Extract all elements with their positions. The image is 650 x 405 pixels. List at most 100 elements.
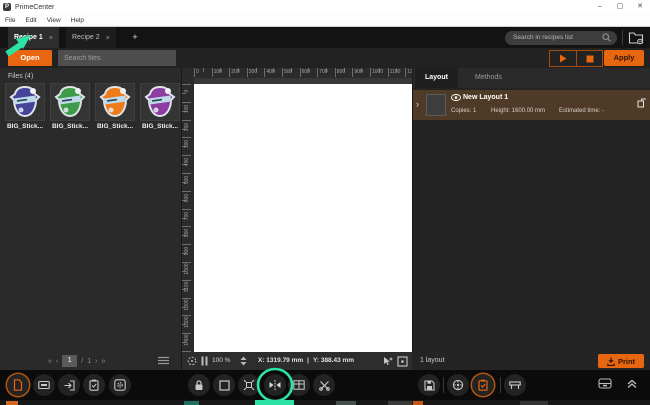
storage-panel-icon[interactable] xyxy=(598,377,612,390)
menu-help[interactable]: Help xyxy=(71,17,84,24)
tab-recipe-1[interactable]: Recipe 1 × xyxy=(8,27,59,48)
taskbar-app-sliver xyxy=(184,401,199,405)
recipe-toolbar: Open Apply xyxy=(0,48,650,68)
cutting-wheel-icon xyxy=(452,379,464,391)
visibility-eye-icon[interactable] xyxy=(451,94,461,101)
apply-button[interactable]: Apply xyxy=(604,50,644,66)
fit-content-button[interactable] xyxy=(238,374,260,396)
recipe-file-mode-button[interactable] xyxy=(7,374,29,396)
files-panel: Files (4) BIG_Stick...BIG_Stick...BIG_St… xyxy=(0,68,182,352)
save-layout-button[interactable] xyxy=(418,374,440,396)
snap-icon[interactable] xyxy=(187,356,197,366)
layout-canvas-area[interactable]: 0100200300400500600700800900100011001200… xyxy=(182,68,412,352)
media-card-icon xyxy=(38,380,50,390)
file-card[interactable]: BIG_Stick... xyxy=(140,83,180,130)
recipe-settings-folder-icon[interactable] xyxy=(628,30,644,45)
layout-thumbnail xyxy=(426,94,446,116)
tab-layout[interactable]: Layout xyxy=(415,68,458,88)
file-thumbnail[interactable] xyxy=(95,83,135,121)
menu-view[interactable]: View xyxy=(47,17,61,24)
pager-last-icon[interactable]: » xyxy=(101,358,105,365)
files-pager: « ‹ 1 / 1 › » xyxy=(48,354,105,368)
file-name: BIG_Stick... xyxy=(50,123,90,130)
zoom-stepper-icon[interactable] xyxy=(240,356,247,366)
import-icon xyxy=(64,380,75,391)
pager-first-icon[interactable]: « xyxy=(48,358,52,365)
window-controls: – ▢ ✕ xyxy=(590,0,650,14)
table-tool-button[interactable] xyxy=(288,374,310,396)
menu-bar: File Edit View Help xyxy=(0,14,650,27)
flatbed-button[interactable] xyxy=(504,374,526,396)
collapse-panel-icon[interactable] xyxy=(626,377,638,389)
file-card[interactable]: BIG_Stick... xyxy=(95,83,135,130)
toolbar-divider xyxy=(622,30,623,45)
expand-chevron-icon[interactable]: › xyxy=(416,99,419,109)
minimize-button[interactable]: – xyxy=(590,0,610,14)
lock-tool-button[interactable] xyxy=(188,374,210,396)
tasks-mode-button[interactable] xyxy=(83,374,105,396)
taskbar-app-sliver xyxy=(388,401,412,405)
print-download-icon xyxy=(607,357,615,366)
settings-mode-button[interactable] xyxy=(109,374,131,396)
layout-name: New Layout 1 xyxy=(463,94,508,101)
stop-button[interactable] xyxy=(576,51,602,66)
file-card[interactable]: BIG_Stick... xyxy=(50,83,90,130)
file-thumbnail[interactable] xyxy=(5,83,45,121)
zoom-level-value[interactable]: 100 % xyxy=(212,357,230,364)
coordinate-x: X: 1319.79 mm xyxy=(258,357,303,364)
sticker-image xyxy=(98,85,132,119)
pager-separator: / xyxy=(81,358,83,365)
tab-recipe-1-close-icon[interactable]: × xyxy=(49,33,53,42)
print-button[interactable]: Print xyxy=(598,354,644,368)
toolbar-divider xyxy=(443,377,444,393)
menu-file[interactable]: File xyxy=(5,17,15,24)
pager-next-icon[interactable]: › xyxy=(95,358,97,365)
primecenter-window: P PrimeCenter – ▢ ✕ File Edit View Help … xyxy=(0,0,650,405)
list-view-icon[interactable] xyxy=(158,356,169,365)
titlebar: P PrimeCenter – ▢ ✕ xyxy=(0,0,650,14)
layout-item-row[interactable]: › New Layout 1 Copies: 1 Height: 1600.00… xyxy=(413,90,650,120)
file-thumbnail[interactable] xyxy=(140,83,180,121)
ruler-vertical: 0100200300400500600700800900100011001200… xyxy=(182,78,194,352)
center-view-icon[interactable] xyxy=(397,356,408,367)
app-logo-icon: P xyxy=(3,3,11,11)
tab-recipe-2-close-icon[interactable]: × xyxy=(106,33,110,42)
search-icon xyxy=(602,33,611,42)
play-button[interactable] xyxy=(550,51,576,66)
open-button[interactable]: Open xyxy=(8,50,52,66)
detach-layout-icon[interactable] xyxy=(637,98,646,108)
play-icon xyxy=(559,54,567,63)
file-card[interactable]: BIG_Stick... xyxy=(5,83,45,130)
pager-prev-icon[interactable]: ‹ xyxy=(56,358,58,365)
scissors-icon xyxy=(319,380,330,391)
media-mode-button[interactable] xyxy=(33,374,55,396)
tab-methods[interactable]: Methods xyxy=(465,68,512,88)
close-button[interactable]: ✕ xyxy=(630,0,650,14)
guides-icon[interactable] xyxy=(201,356,208,366)
toolbar-divider xyxy=(500,377,501,393)
gear-box-icon xyxy=(114,379,126,391)
rectangle-tool-button[interactable] xyxy=(213,374,235,396)
layout-copies: Copies: 1 xyxy=(451,108,476,114)
add-recipe-tab-button[interactable]: + xyxy=(128,27,142,48)
sticker-image xyxy=(53,85,87,119)
file-thumbnail[interactable] xyxy=(50,83,90,121)
maximize-button[interactable]: ▢ xyxy=(610,0,630,14)
recipes-search-input[interactable] xyxy=(505,31,617,45)
files-search-input[interactable] xyxy=(58,50,176,66)
tab-recipe-2[interactable]: Recipe 2 × xyxy=(66,27,116,48)
file-name: BIG_Stick... xyxy=(95,123,135,130)
cut-tool-button[interactable] xyxy=(313,374,335,396)
files-pager-bar: « ‹ 1 / 1 › » xyxy=(0,352,182,370)
pointer-tool-icon[interactable] xyxy=(382,356,393,367)
app-title: PrimeCenter xyxy=(15,4,54,11)
import-mode-button[interactable] xyxy=(58,374,80,396)
table-icon xyxy=(293,380,305,390)
layout-page[interactable] xyxy=(194,84,412,352)
pager-current-page[interactable]: 1 xyxy=(62,355,77,367)
cut-device-button[interactable] xyxy=(447,374,469,396)
pager-total-pages: 1 xyxy=(87,358,91,365)
job-queue-button[interactable] xyxy=(472,374,494,396)
menu-edit[interactable]: Edit xyxy=(25,17,36,24)
mirror-tool-button[interactable] xyxy=(264,374,286,396)
